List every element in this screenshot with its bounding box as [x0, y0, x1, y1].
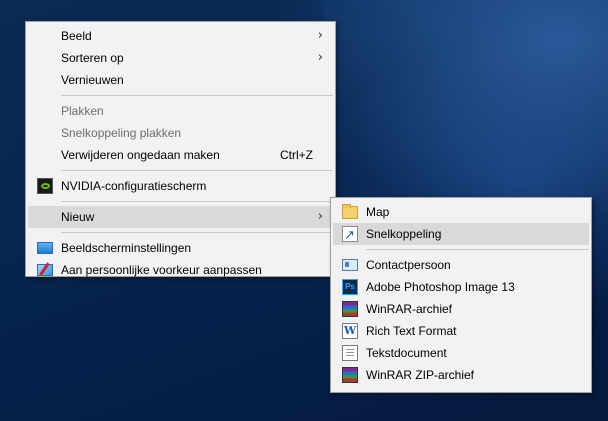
submenu-item-rich-text-format[interactable]: W Rich Text Format	[333, 320, 589, 342]
menu-separator	[61, 201, 333, 202]
menu-item-vernieuwen[interactable]: Vernieuwen	[28, 69, 333, 91]
nvidia-icon	[37, 178, 53, 194]
menu-item-beeldscherminstellingen[interactable]: Beeldscherminstellingen	[28, 237, 333, 259]
folder-icon	[342, 204, 358, 219]
menu-item-label: Beeld	[61, 29, 92, 43]
contact-icon	[342, 259, 358, 271]
menu-item-label: Rich Text Format	[366, 324, 457, 338]
submenu-item-map[interactable]: Map	[333, 201, 589, 223]
submenu-item-photoshop-image[interactable]: Ps Adobe Photoshop Image 13	[333, 276, 589, 298]
menu-separator	[61, 95, 333, 96]
display-settings-icon	[37, 242, 53, 254]
menu-separator	[61, 170, 333, 171]
menu-item-label: Sorteren op	[61, 51, 124, 65]
menu-separator	[61, 232, 333, 233]
shortcut-label: Ctrl+Z	[280, 148, 313, 162]
menu-item-beeld[interactable]: Beeld ›	[28, 25, 333, 47]
text-document-icon	[342, 345, 358, 361]
submenu-item-snelkoppeling[interactable]: Snelkoppeling	[333, 223, 589, 247]
menu-item-label: Adobe Photoshop Image 13	[366, 280, 515, 294]
menu-item-label: Nieuw	[61, 210, 95, 224]
submenu-item-contactpersoon[interactable]: Contactpersoon	[333, 254, 589, 276]
submenu-item-tekstdocument[interactable]: Tekstdocument	[333, 342, 589, 364]
new-submenu: Map Snelkoppeling Contactpersoon Ps Adob…	[330, 197, 592, 393]
menu-item-snelkoppeling-plakken: Snelkoppeling plakken	[28, 122, 333, 144]
winrar-icon	[342, 301, 358, 317]
menu-item-label: Snelkoppeling plakken	[61, 126, 182, 140]
menu-item-verwijderen-ongedaan-maken[interactable]: Verwijderen ongedaan maken Ctrl+Z	[28, 144, 333, 166]
menu-separator	[366, 249, 589, 250]
menu-item-label: WinRAR-archief	[366, 302, 453, 316]
menu-item-label: Aan persoonlijke voorkeur aanpassen	[61, 263, 262, 277]
menu-item-persoonlijke-voorkeur[interactable]: Aan persoonlijke voorkeur aanpassen	[28, 259, 333, 281]
chevron-right-icon: ›	[317, 209, 323, 224]
menu-item-label: Snelkoppeling	[366, 227, 442, 241]
desktop-wallpaper-light	[300, 0, 608, 188]
submenu-item-winrar-zip-archief[interactable]: WinRAR ZIP-archief	[333, 364, 589, 386]
submenu-item-winrar-archief[interactable]: WinRAR-archief	[333, 298, 589, 320]
menu-item-label: Tekstdocument	[366, 346, 447, 360]
menu-item-label: Beeldscherminstellingen	[61, 241, 192, 255]
menu-item-nieuw[interactable]: Nieuw ›	[28, 206, 333, 228]
menu-item-label: Plakken	[61, 104, 104, 118]
chevron-right-icon: ›	[317, 50, 323, 65]
shortcut-icon	[342, 225, 358, 247]
menu-item-label: Contactpersoon	[366, 258, 451, 272]
desktop-context-menu: Beeld › Sorteren op › Vernieuwen Plakken…	[25, 21, 336, 277]
rtf-icon: W	[342, 323, 358, 339]
menu-item-sorteren-op[interactable]: Sorteren op ›	[28, 47, 333, 69]
menu-item-label: NVIDIA-configuratiescherm	[61, 179, 207, 193]
menu-item-label: WinRAR ZIP-archief	[366, 368, 475, 382]
menu-item-plakken: Plakken	[28, 100, 333, 122]
personalize-icon	[37, 264, 53, 276]
menu-item-label: Map	[366, 205, 390, 219]
menu-item-label: Verwijderen ongedaan maken	[61, 148, 220, 162]
photoshop-icon: Ps	[342, 279, 358, 295]
menu-item-label: Vernieuwen	[61, 73, 124, 87]
chevron-right-icon: ›	[317, 28, 323, 43]
menu-item-nvidia-configuratiescherm[interactable]: NVIDIA-configuratiescherm	[28, 175, 333, 197]
winrar-zip-icon	[342, 367, 358, 383]
